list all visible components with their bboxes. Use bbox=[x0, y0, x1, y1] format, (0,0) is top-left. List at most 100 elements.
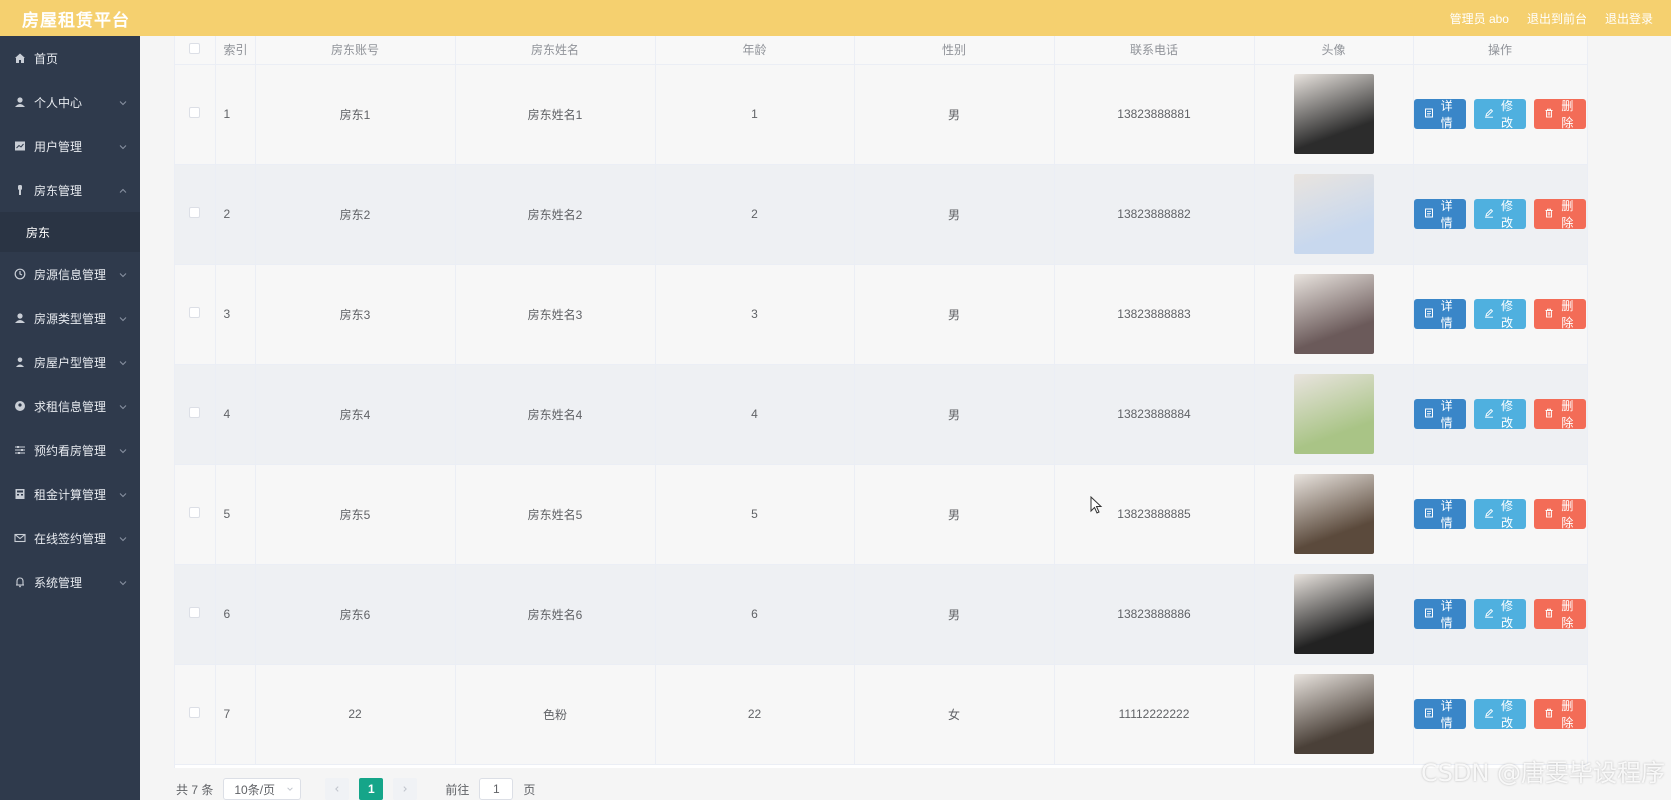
sidebar-item-system[interactable]: 系统管理 bbox=[0, 560, 140, 604]
edit-button-label: 修改 bbox=[1500, 299, 1513, 330]
cell-gender: 女 bbox=[854, 664, 1055, 765]
sidebar-item-rent-requests[interactable]: 求租信息管理 bbox=[0, 384, 140, 428]
row-checkbox[interactable] bbox=[189, 607, 201, 618]
avatar[interactable] bbox=[1293, 474, 1374, 554]
row-checkbox-cell[interactable] bbox=[175, 464, 216, 565]
detail-button[interactable]: 详情 bbox=[1413, 399, 1466, 430]
table-row[interactable]: 5 房东5 房东姓名5 5 男 13823888885 详情 修改 删除 bbox=[175, 464, 1588, 565]
delete-button-label: 删除 bbox=[1561, 299, 1574, 330]
row-checkbox-cell[interactable] bbox=[175, 264, 216, 365]
table-row[interactable]: 7 22 色粉 22 女 11112222222 详情 修改 删除 bbox=[175, 664, 1588, 765]
row-checkbox[interactable] bbox=[189, 107, 201, 118]
delete-button[interactable]: 删除 bbox=[1534, 299, 1587, 330]
sidebar-item-label: 租金计算管理 bbox=[34, 487, 107, 502]
edit-button[interactable]: 修改 bbox=[1473, 699, 1527, 730]
pencil-icon bbox=[1484, 707, 1494, 721]
delete-button[interactable]: 删除 bbox=[1534, 599, 1587, 630]
row-checkbox-cell[interactable] bbox=[175, 164, 216, 265]
watermark: CSDN @唐雯毕设程序 bbox=[1420, 759, 1665, 787]
sidebar-item-listings[interactable]: 房源信息管理 bbox=[0, 252, 140, 296]
cell-gender: 男 bbox=[854, 364, 1055, 465]
table-row[interactable]: 6 房东6 房东姓名6 6 男 13823888886 详情 修改 删除 bbox=[175, 564, 1588, 665]
next-page-button[interactable] bbox=[393, 778, 418, 800]
sidebar-item-label: 在线签约管理 bbox=[34, 531, 107, 546]
avatar[interactable] bbox=[1293, 174, 1374, 254]
detail-button[interactable]: 详情 bbox=[1413, 99, 1466, 130]
avatar[interactable] bbox=[1293, 674, 1374, 754]
sidebar-item-rent-calc[interactable]: 租金计算管理 bbox=[0, 472, 140, 516]
column-header-index: 索引 bbox=[215, 36, 256, 65]
sidebar-item-users[interactable]: 用户管理 bbox=[0, 124, 140, 168]
table-row[interactable]: 3 房东3 房东姓名3 3 男 13823888883 详情 修改 删除 bbox=[175, 264, 1588, 365]
cell-account: 22 bbox=[255, 664, 456, 765]
person-icon bbox=[14, 356, 26, 368]
sidebar-item-home[interactable]: 首页 bbox=[0, 36, 140, 80]
edit-button[interactable]: 修改 bbox=[1473, 599, 1527, 630]
column-header-account: 房东账号 bbox=[255, 36, 456, 65]
pencil-icon bbox=[1484, 407, 1494, 421]
detail-button[interactable]: 详情 bbox=[1413, 499, 1466, 530]
avatar[interactable] bbox=[1293, 274, 1374, 354]
cell-account: 房东4 bbox=[255, 364, 456, 465]
mail-icon bbox=[14, 532, 26, 544]
prev-page-button[interactable] bbox=[325, 778, 350, 800]
detail-button-label: 详情 bbox=[1440, 299, 1453, 330]
goto-page-input[interactable] bbox=[479, 778, 514, 800]
select-all-checkbox[interactable] bbox=[189, 42, 201, 54]
select-all-checkbox-cell[interactable] bbox=[175, 36, 216, 65]
row-checkbox[interactable] bbox=[189, 507, 201, 518]
delete-button[interactable]: 删除 bbox=[1534, 499, 1587, 530]
cell-index: 4 bbox=[215, 364, 256, 465]
detail-button[interactable]: 详情 bbox=[1413, 599, 1466, 630]
edit-button[interactable]: 修改 bbox=[1473, 199, 1527, 230]
row-checkbox-cell[interactable] bbox=[175, 664, 216, 765]
delete-button[interactable]: 删除 bbox=[1534, 399, 1587, 430]
detail-button[interactable]: 详情 bbox=[1413, 199, 1466, 230]
column-header-avatar: 头像 bbox=[1254, 36, 1414, 65]
chevron-left-icon bbox=[333, 782, 341, 796]
cell-gender: 男 bbox=[854, 164, 1055, 265]
logout-link[interactable]: 退出登录 bbox=[1605, 10, 1653, 27]
delete-button[interactable]: 删除 bbox=[1534, 699, 1587, 730]
to-front-link[interactable]: 退出到前台 bbox=[1527, 10, 1587, 27]
edit-button[interactable]: 修改 bbox=[1473, 99, 1527, 130]
detail-button[interactable]: 详情 bbox=[1413, 299, 1466, 330]
row-checkbox[interactable] bbox=[189, 307, 201, 318]
cell-name: 房东姓名4 bbox=[455, 364, 656, 465]
edit-button[interactable]: 修改 bbox=[1473, 499, 1527, 530]
cell-age: 1 bbox=[655, 64, 855, 165]
row-checkbox-cell[interactable] bbox=[175, 364, 216, 465]
row-checkbox[interactable] bbox=[189, 707, 201, 718]
row-checkbox-cell[interactable] bbox=[175, 64, 216, 165]
page-size-select[interactable]: 10条/页 bbox=[223, 778, 302, 800]
sidebar-item-layouts[interactable]: 房屋户型管理 bbox=[0, 340, 140, 384]
table-row[interactable]: 2 房东2 房东姓名2 2 男 13823888882 详情 修改 删除 bbox=[175, 164, 1588, 265]
avatar[interactable] bbox=[1293, 74, 1374, 154]
cell-account: 房东6 bbox=[255, 564, 456, 665]
cell-age: 3 bbox=[655, 264, 855, 365]
sidebar-item-profile[interactable]: 个人中心 bbox=[0, 80, 140, 124]
delete-button[interactable]: 删除 bbox=[1534, 199, 1587, 230]
user-icon bbox=[14, 312, 26, 324]
table-row[interactable]: 1 房东1 房东姓名1 1 男 13823888881 详情 修改 删除 bbox=[175, 64, 1588, 165]
row-checkbox-cell[interactable] bbox=[175, 564, 216, 665]
row-checkbox[interactable] bbox=[189, 407, 201, 418]
edit-button[interactable]: 修改 bbox=[1473, 399, 1527, 430]
edit-button[interactable]: 修改 bbox=[1473, 299, 1527, 330]
cell-actions: 详情 修改 删除 bbox=[1413, 64, 1588, 165]
cell-gender: 男 bbox=[854, 464, 1055, 565]
sidebar-item-viewings[interactable]: 预约看房管理 bbox=[0, 428, 140, 472]
table-row[interactable]: 4 房东4 房东姓名4 4 男 13823888884 详情 修改 删除 bbox=[175, 364, 1588, 465]
sidebar-subitem-landlord[interactable]: 房东 bbox=[0, 212, 140, 252]
page-number-current[interactable]: 1 bbox=[359, 778, 384, 800]
admin-label: 管理员 abo bbox=[1449, 11, 1509, 26]
delete-button[interactable]: 删除 bbox=[1534, 99, 1587, 130]
row-checkbox[interactable] bbox=[189, 207, 201, 218]
avatar[interactable] bbox=[1293, 574, 1374, 654]
detail-button[interactable]: 详情 bbox=[1413, 699, 1466, 730]
sidebar-item-listing-types[interactable]: 房源类型管理 bbox=[0, 296, 140, 340]
avatar[interactable] bbox=[1293, 374, 1374, 454]
sidebar-item-landlords[interactable]: 房东管理 bbox=[0, 168, 140, 212]
chevron-up-icon bbox=[118, 185, 128, 195]
sidebar-item-contracts[interactable]: 在线签约管理 bbox=[0, 516, 140, 560]
